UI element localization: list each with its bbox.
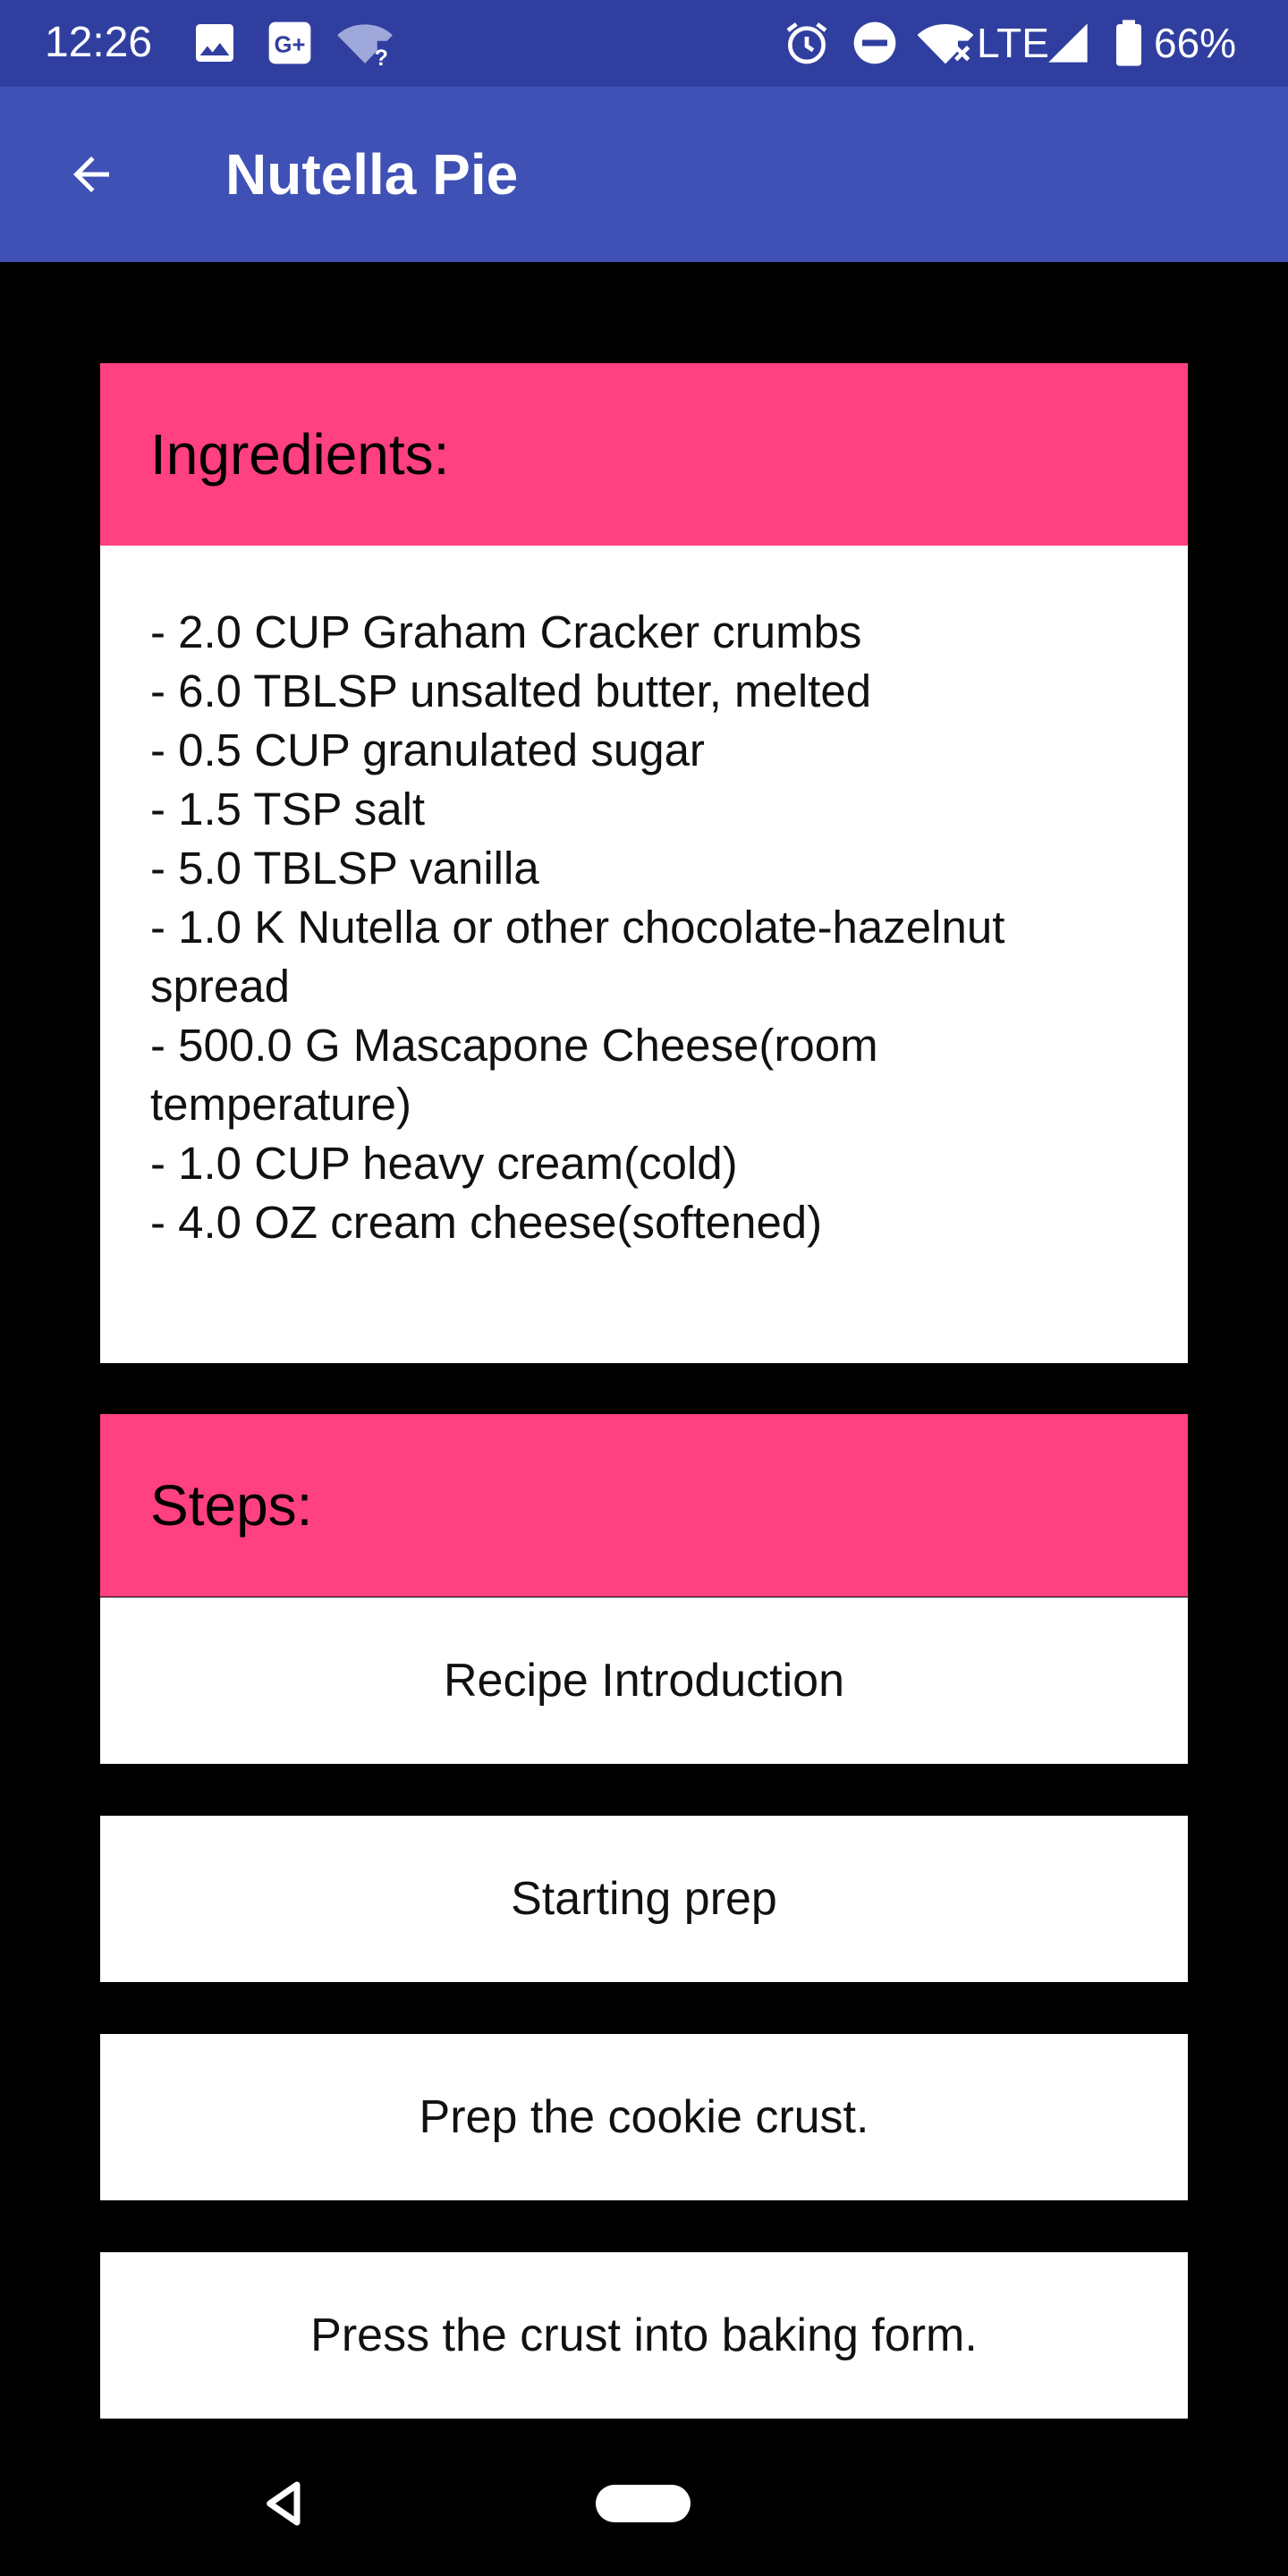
ingredients-header: Ingredients: xyxy=(100,363,1188,546)
battery-icon xyxy=(1116,20,1141,66)
page-title: Nutella Pie xyxy=(225,142,519,207)
back-button[interactable] xyxy=(47,130,136,219)
arrow-back-icon xyxy=(73,157,109,192)
do-not-disturb-icon xyxy=(853,21,896,64)
nav-home-pill-icon[interactable] xyxy=(596,2485,691,2522)
signal-icon xyxy=(1048,23,1088,63)
network-type: LTE xyxy=(977,20,1049,66)
ingredient-item: - 4.0 OZ cream cheese(softened) xyxy=(150,1197,823,1248)
ingredient-item: - 6.0 TBLSP unsalted butter, melted xyxy=(150,665,872,716)
steps-header-label: Steps: xyxy=(150,1473,313,1538)
ingredient-item: - 0.5 CUP granulated sugar xyxy=(150,724,705,775)
ingredients-header-label: Ingredients: xyxy=(150,422,450,487)
ingredients-list: - 2.0 CUP Graham Cracker crumbs - 6.0 TB… xyxy=(100,546,1188,1363)
steps-header: Steps: xyxy=(100,1414,1188,1597)
google-plus-icon: G+ xyxy=(268,21,311,64)
ingredient-item: - 1.5 TSP salt xyxy=(150,784,426,835)
wifi-question-icon: ? xyxy=(337,24,393,68)
wifi-off-icon xyxy=(918,24,973,64)
ingredient-item: - 1.0 CUP heavy cream(cold) xyxy=(150,1138,738,1189)
app-bar: Nutella Pie xyxy=(0,87,1288,262)
ingredient-item: - 5.0 TBLSP vanilla xyxy=(150,843,539,894)
ingredient-item: - 1.0 K Nutella or other chocolate-hazel… xyxy=(150,902,1005,1012)
step-label: Starting prep xyxy=(511,1873,777,1925)
system-nav-bar xyxy=(0,2428,1288,2576)
step-button-press-crust[interactable]: Press the crust into baking form. xyxy=(100,2252,1188,2419)
nav-back-triangle-icon[interactable] xyxy=(259,2479,309,2529)
ingredient-item: - 500.0 G Mascapone Cheese(room temperat… xyxy=(150,1020,878,1130)
alarm-icon xyxy=(786,22,827,64)
image-icon xyxy=(196,24,233,62)
status-bar: 12:26 G+ ? LTE 66% xyxy=(0,0,1288,87)
battery-percent: 66% xyxy=(1154,20,1237,66)
svg-text:G+: G+ xyxy=(275,33,306,58)
svg-text:?: ? xyxy=(375,46,388,68)
status-time: 12:26 xyxy=(45,19,153,66)
step-button-prep-cookie-crust[interactable]: Prep the cookie crust. xyxy=(100,2034,1188,2200)
step-label: Press the crust into baking form. xyxy=(310,2309,978,2361)
step-button-recipe-introduction[interactable]: Recipe Introduction xyxy=(100,1597,1188,1764)
step-label: Recipe Introduction xyxy=(443,1655,845,1707)
step-label: Prep the cookie crust. xyxy=(419,2091,869,2143)
step-button-starting-prep[interactable]: Starting prep xyxy=(100,1816,1188,1982)
ingredient-item: - 2.0 CUP Graham Cracker crumbs xyxy=(150,606,862,657)
